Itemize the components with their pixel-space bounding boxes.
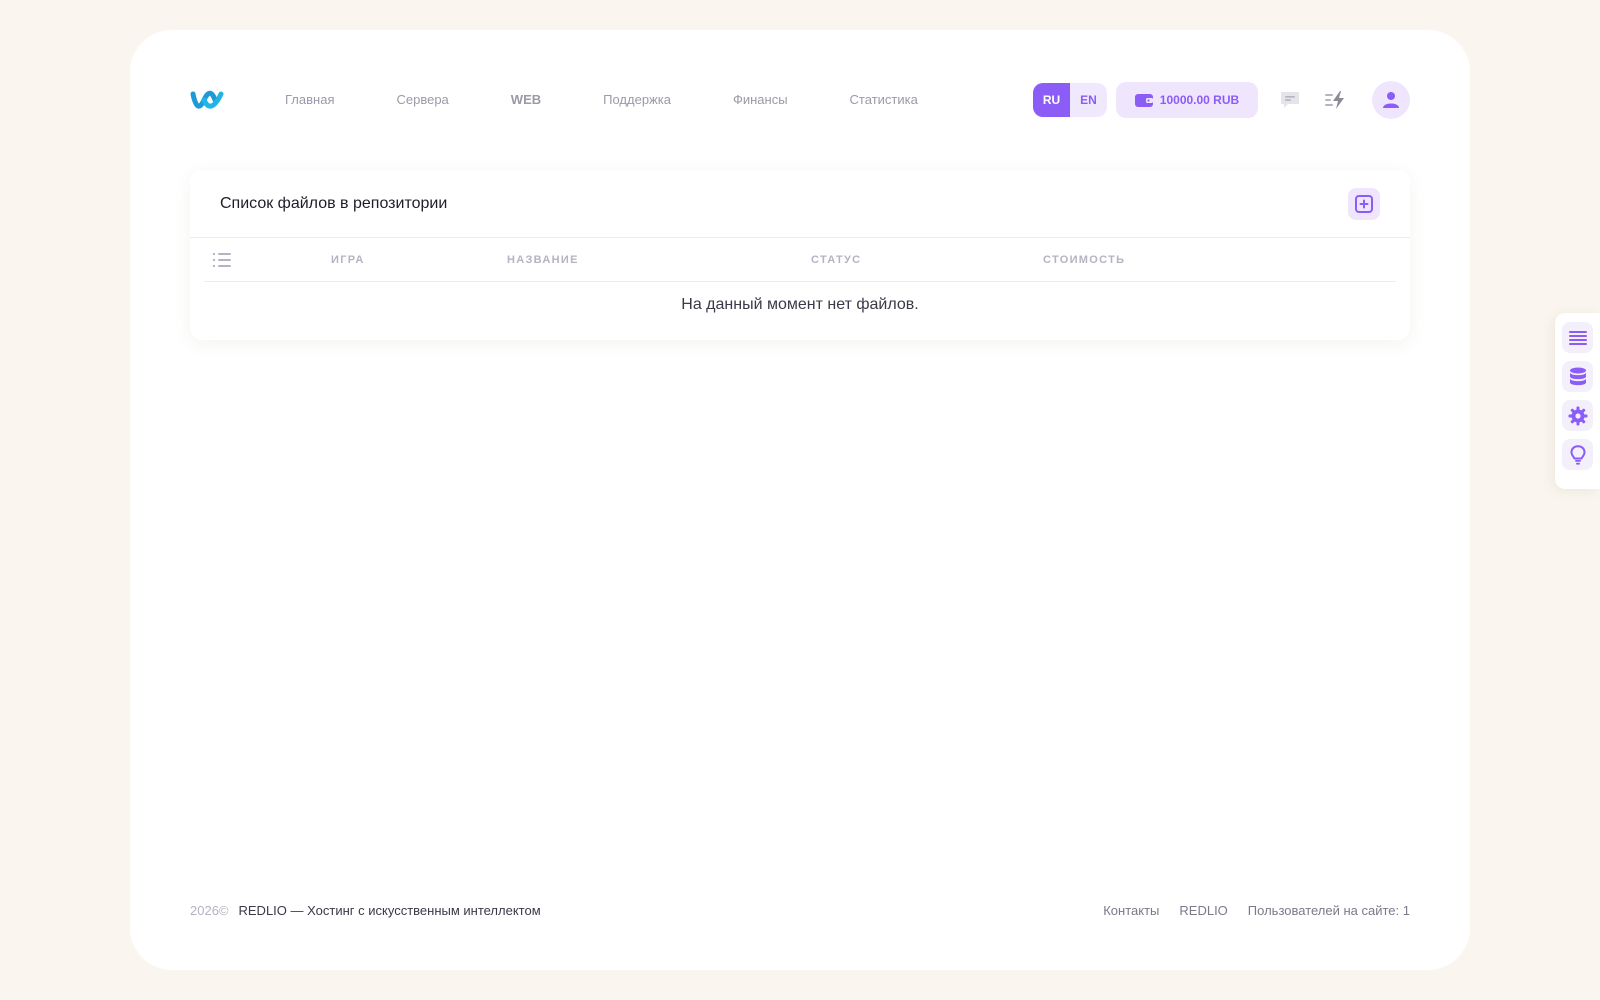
gear-icon [1568, 406, 1587, 425]
database-icon [1569, 367, 1586, 385]
footer-links: Контакты REDLIO Пользователей на сайте: … [1083, 903, 1410, 918]
header-actions: RU EN 10000.00 RUB [1033, 81, 1410, 119]
chat-icon [1281, 92, 1299, 108]
footer-link-redlio[interactable]: REDLIO [1179, 903, 1227, 918]
nav-item-statistics[interactable]: Статистика [819, 80, 949, 120]
header: Главная Сервера WEB Поддержка Финансы Ст… [190, 80, 1410, 120]
column-status[interactable]: СТАТУС [811, 238, 861, 282]
balance-amount: 10000.00 RUB [1159, 93, 1240, 107]
side-toolbar [1555, 313, 1600, 489]
nav-item-web[interactable]: WEB [480, 80, 572, 120]
column-game[interactable]: ИГРА [331, 238, 365, 282]
wallet-icon [1134, 93, 1153, 107]
nav-item-support[interactable]: Поддержка [572, 80, 702, 120]
side-list-button[interactable] [1562, 322, 1593, 353]
language-switch: RU EN [1033, 83, 1107, 117]
footer-year: 2026© [190, 902, 229, 918]
activity-button[interactable] [1322, 86, 1350, 114]
side-settings-button[interactable] [1562, 400, 1593, 431]
footer-brand: REDLIO — Хостинг с искусственным интелле… [238, 902, 541, 918]
user-icon [1383, 92, 1399, 108]
lightbulb-icon [1569, 444, 1586, 465]
list-icon [1568, 330, 1587, 345]
lang-ru-button[interactable]: RU [1033, 83, 1070, 117]
plus-square-icon [1355, 194, 1373, 213]
empty-state-message: На данный момент нет файлов. [681, 296, 919, 313]
page-card: Главная Сервера WEB Поддержка Финансы Ст… [130, 30, 1470, 970]
panel-title: Список файлов в репозитории [220, 194, 448, 212]
lightning-icon [1325, 91, 1344, 109]
nav-item-servers[interactable]: Сервера [365, 80, 479, 120]
lang-en-button[interactable]: EN [1070, 83, 1107, 117]
online-users-count: Пользователей на сайте: 1 [1247, 902, 1410, 918]
add-file-button[interactable] [1348, 187, 1380, 220]
nav-item-home[interactable]: Главная [254, 80, 365, 120]
footer-link-contacts[interactable]: Контакты [1103, 903, 1159, 918]
nav-item-finance[interactable]: Финансы [702, 80, 819, 120]
numbered-list-icon [213, 253, 231, 267]
balance-button[interactable]: 10000.00 RUB [1116, 82, 1258, 118]
user-avatar[interactable] [1372, 81, 1410, 119]
panel-header: Список файлов в репозитории [190, 170, 1410, 238]
repository-files-panel: Список файлов в репозитории ИГРА НАЗВАНИ… [190, 170, 1410, 340]
messages-button[interactable] [1276, 86, 1304, 114]
side-database-button[interactable] [1562, 361, 1593, 392]
footer: 2026© REDLIO — Хостинг с искусственным и… [190, 900, 1410, 920]
main-nav: Главная Сервера WEB Поддержка Финансы Ст… [254, 80, 949, 120]
column-cost[interactable]: СТОИМОСТЬ [1043, 238, 1125, 282]
table-header: ИГРА НАЗВАНИЕ СТАТУС СТОИМОСТЬ [204, 238, 1396, 282]
column-name[interactable]: НАЗВАНИЕ [507, 238, 579, 282]
logo-icon[interactable] [190, 89, 224, 111]
side-tips-button[interactable] [1562, 439, 1593, 470]
